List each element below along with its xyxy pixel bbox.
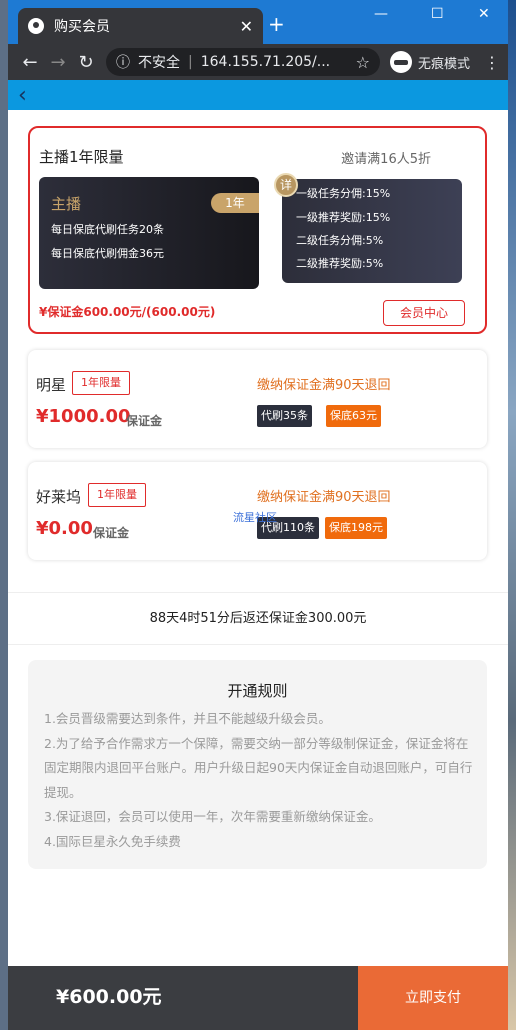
incognito-indicator[interactable]: 无痕模式 <box>389 51 470 73</box>
plan-price: ¥0.00 <box>36 518 93 539</box>
maximize-icon[interactable]: ☐ <box>431 6 444 22</box>
app-header: ‹ <box>8 80 508 110</box>
rule-item: 2.为了给予合作需求方一个保障，需要交纳一部分等级制保证金，保证金将在固定期限内… <box>44 735 473 800</box>
url-text: 164.155.71.205/... <box>200 54 331 70</box>
bookmark-star-icon[interactable]: ☆ <box>356 53 370 72</box>
details-icon[interactable]: 详 <box>274 173 298 197</box>
plan-name: 好莱坞 <box>36 488 82 506</box>
refund-countdown: 88天4时51分后返还保证金300.00元 <box>8 592 508 645</box>
incognito-icon <box>389 51 412 73</box>
reload-icon[interactable]: ↻ <box>72 52 100 73</box>
plan-card-star[interactable]: 明星 1年限量 ¥1000.00 保证金 缴纳保证金满90天退回 代刷35条 保… <box>28 350 487 448</box>
refund-note: 缴纳保证金满90天退回 <box>257 378 391 393</box>
title-bar: 购买会员 ✕ + — ☐ ✕ <box>8 0 508 44</box>
browser-window: 购买会员 ✕ + — ☐ ✕ ← → ↻ ⓘ 不安全 | 164.155.71.… <box>8 0 508 1030</box>
tab-close-icon[interactable]: ✕ <box>240 17 253 36</box>
benefits-card: 详 一级任务分佣:15% 一级推荐奖励:15% 二级任务分佣:5% 二级推荐奖励… <box>274 173 462 283</box>
separator: | <box>188 54 193 70</box>
incognito-label: 无痕模式 <box>417 56 470 72</box>
daily-commission: 每日保底代刷佣金36元 <box>51 247 164 260</box>
rules-panel: 开通规则 1.会员晋级需要达到条件，并且不能越级升级会员。 2.为了给予合作需求… <box>28 660 487 869</box>
desktop-background <box>508 0 516 1030</box>
info-icon[interactable]: ⓘ <box>116 52 130 72</box>
minimize-icon[interactable]: — <box>374 6 388 22</box>
back-icon[interactable]: ← <box>16 52 44 73</box>
guarantee-tag: 保底198元 <box>325 517 387 539</box>
rules-title: 开通规则 <box>227 682 288 700</box>
browser-tab[interactable]: 购买会员 ✕ <box>18 8 263 44</box>
rule-item: 3.保证退回，会员可以使用一年，次年需要重新缴纳保证金。 <box>44 809 381 824</box>
address-bar[interactable]: ⓘ 不安全 | 164.155.71.205/... ☆ <box>106 48 380 76</box>
pay-now-button[interactable]: 立即支付 <box>358 966 508 1030</box>
forward-icon[interactable]: → <box>44 52 72 73</box>
rule-item: 4.国际巨星永久免手续费 <box>44 833 181 849</box>
menu-icon[interactable]: ⋮ <box>484 53 500 72</box>
plan-title: 主播1年限量 <box>39 148 124 166</box>
plan-price: ¥1000.00 <box>36 406 131 427</box>
refund-note: 缴纳保证金满90天退回 <box>257 490 391 505</box>
benefit-item: 一级任务分佣:15% <box>296 187 391 200</box>
deposit-amount: ¥保证金600.00元/(600.00元) <box>39 305 216 319</box>
invite-text: 邀请满16人5折 <box>341 152 431 167</box>
price-label: 保证金 <box>93 526 130 540</box>
security-label: 不安全 <box>138 55 180 71</box>
watermark: 流星社区 <box>233 511 277 524</box>
benefit-item: 二级推荐奖励:5% <box>296 257 384 270</box>
plan-badge: 1年限量 <box>72 371 130 395</box>
current-plan-card: 主播1年限量 邀请满16人5折 主播 1年 每日保底代刷任务20条 每日保底代刷… <box>28 126 487 334</box>
plan-name: 明星 <box>36 376 67 394</box>
membership-card: 主播 1年 每日保底代刷任务20条 每日保底代刷佣金36元 <box>39 177 259 289</box>
browser-toolbar: ← → ↻ ⓘ 不安全 | 164.155.71.205/... ☆ 无痕模式 … <box>8 44 508 80</box>
benefit-item: 一级推荐奖励:15% <box>296 211 391 224</box>
duration-badge: 1年 <box>211 193 259 213</box>
guarantee-tag: 保底63元 <box>326 405 381 427</box>
total-amount: ¥600.00元 <box>56 986 162 1008</box>
rule-item: 1.会员晋级需要达到条件，并且不能越级升级会员。 <box>44 711 331 726</box>
new-tab-icon[interactable]: + <box>268 12 285 36</box>
tasks-tag: 代刷35条 <box>257 405 312 427</box>
daily-tasks: 每日保底代刷任务20条 <box>51 223 164 236</box>
checkout-bar: ¥600.00元 立即支付 <box>8 966 508 1030</box>
page-content: 主播1年限量 邀请满16人5折 主播 1年 每日保底代刷任务20条 每日保底代刷… <box>8 110 508 1000</box>
benefit-item: 二级任务分佣:5% <box>296 234 384 247</box>
globe-icon <box>28 18 44 34</box>
rules-body: 1.会员晋级需要达到条件，并且不能越级升级会员。 2.为了给予合作需求方一个保障… <box>44 707 474 854</box>
member-center-button[interactable]: 会员中心 <box>383 300 465 326</box>
plan-badge: 1年限量 <box>88 483 146 507</box>
membership-name: 主播 <box>51 195 82 213</box>
tab-title: 购买会员 <box>54 19 110 35</box>
price-label: 保证金 <box>126 414 163 428</box>
back-chevron-icon[interactable]: ‹ <box>18 83 27 108</box>
close-window-icon[interactable]: ✕ <box>478 6 490 22</box>
